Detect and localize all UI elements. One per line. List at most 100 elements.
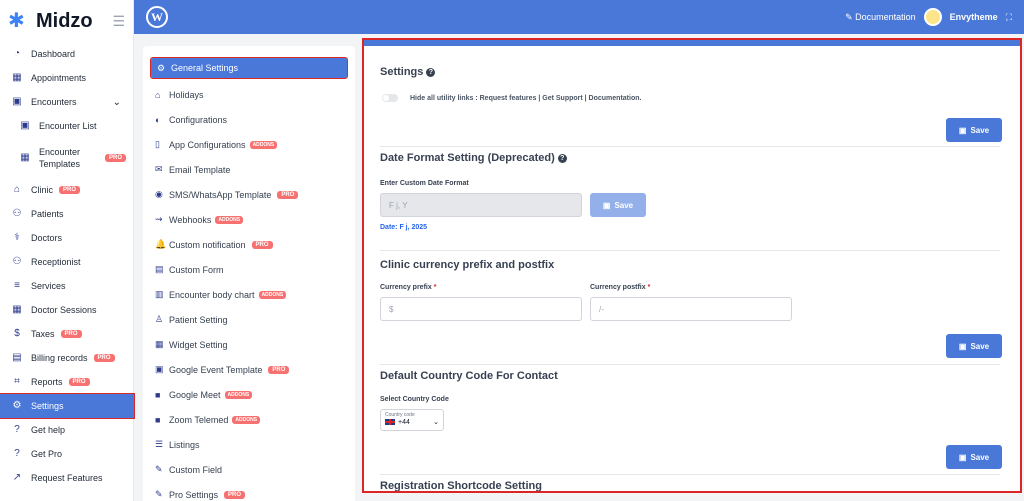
pro-badge: PRO (251, 240, 273, 249)
sidebar-item-label: Encounter Templates (39, 147, 81, 169)
menu-item-label: Configurations (169, 114, 228, 125)
date-save-button[interactable]: ▣ Save (590, 193, 646, 217)
menu-item-custom-field[interactable]: ✎ Custom Field (143, 457, 355, 482)
medical-star-icon: ✱ (8, 10, 25, 32)
pro-badge: PRO (105, 154, 127, 162)
menu-item-icon: ◉ (155, 189, 163, 199)
menu-item-icon: ☰ (155, 439, 164, 449)
menu-item-custom-notification[interactable]: 🔔 Custom notification PRO (143, 232, 355, 257)
settings-content: Settings? Hide all utility links : Reque… (362, 38, 1022, 493)
menu-item-zoom-telemed[interactable]: ■ Zoom Telemed ADDONS (143, 407, 355, 432)
sidebar-item-encounters[interactable]: ▣ Encounters ⌄ (0, 90, 133, 114)
avatar[interactable] (923, 8, 942, 26)
menu-item-label: Webhooks (169, 214, 212, 225)
save-icon: ▣ (958, 125, 967, 135)
tax-icon: $ (14, 328, 20, 339)
menu-item-listings[interactable]: ☰ Listings (143, 432, 355, 457)
topbar: W ✎ Documentation Envytheme ⛶ (134, 0, 1024, 34)
menu-item-label: App Configurations (169, 139, 246, 150)
pro-badge: PRO (268, 365, 290, 374)
sidebar-item-clinic[interactable]: ⌂ Clinic PRO (0, 178, 133, 202)
currency-postfix-input[interactable]: /- (590, 297, 792, 321)
chevron-down-icon[interactable]: ⌄ (113, 97, 121, 108)
addons-badge: ADDONS (232, 415, 261, 424)
menu-item-icon: ✎ (155, 489, 163, 499)
menu-item-widget-setting[interactable]: ▦ Widget Setting (143, 332, 355, 357)
sidebar-item-receptionist[interactable]: ⚇ Receptionist (0, 250, 133, 274)
menu-item-app-configurations[interactable]: ▯ App Configurations ADDONS (143, 132, 355, 157)
divider (380, 364, 1000, 365)
calendar-icon: ▦ (12, 72, 22, 83)
brand-name: Midzo (36, 9, 93, 32)
pro-badge: PRO (277, 190, 299, 199)
external-link-icon: ↗ (12, 472, 22, 483)
date-format-hint: Date: F j, 2025 (380, 224, 428, 231)
addons-badge: ADDONS (249, 140, 278, 149)
sidebar-item-encounter-list[interactable]: ▣ Encounter List (0, 114, 133, 138)
menu-item-holidays[interactable]: ⌂ Holidays (143, 82, 355, 107)
menu-item-google-meet[interactable]: ■ Google Meet ADDONS (143, 382, 355, 407)
sidebar-item-get-pro[interactable]: ? Get Pro (0, 442, 133, 466)
menu-item-icon: ⚙ (157, 62, 166, 73)
divider (380, 250, 1000, 251)
sidebar-item-doctors[interactable]: ⚕ Doctors (0, 226, 133, 250)
sidebar-item-patients[interactable]: ⚇ Patients (0, 202, 133, 226)
sidebar-item-label: Encounters (31, 97, 77, 107)
currency-prefix-input[interactable]: $ (380, 297, 582, 321)
menu-item-configurations[interactable]: ◐ Configurations (143, 107, 355, 132)
sidebar-item-billing-records[interactable]: ▤ Billing records PRO (0, 346, 133, 370)
currency-title: Clinic currency prefix and postfix (380, 259, 555, 271)
dashboard-icon: ◔ (13, 48, 21, 59)
documentation-link[interactable]: ✎ Documentation (845, 12, 916, 23)
hide-links-toggle[interactable] (382, 94, 398, 102)
menu-item-email-template[interactable]: ✉ Email Template (143, 157, 355, 182)
menu-item-pro-settings[interactable]: ✎ Pro Settings PRO (143, 482, 355, 501)
country-save-button[interactable]: ▣ Save (946, 445, 1002, 469)
menu-item-sms-whatsapp-template[interactable]: ◉ SMS/WhatsApp Template PRO (143, 182, 355, 207)
help-icon[interactable]: ? (426, 68, 436, 77)
pro-badge: PRO (224, 490, 246, 499)
calendar-check-icon: ▣ (12, 96, 22, 107)
sidebar-item-appointments[interactable]: ▦ Appointments (0, 66, 133, 90)
sidebar-item-services[interactable]: ≡ Services (0, 274, 133, 298)
menu-item-label: Email Template (169, 164, 231, 175)
menu-item-webhooks[interactable]: ⇝ Webhooks ADDONS (143, 207, 355, 232)
save-button[interactable]: ▣ Save (946, 118, 1002, 142)
sidebar-item-settings[interactable]: ⚙ Settings (0, 393, 135, 419)
menu-item-google-event-template[interactable]: ▣ Google Event Template PRO (143, 357, 355, 382)
fullscreen-icon[interactable]: ⛶ (1006, 12, 1012, 23)
sidebar-item-request-features[interactable]: ↗ Request Features (0, 466, 133, 490)
sidebar-item-dashboard[interactable]: ◔ Dashboard (0, 42, 133, 66)
help-icon[interactable]: ? (557, 154, 567, 163)
username[interactable]: Envytheme (950, 12, 998, 22)
file-icon: ▤ (12, 352, 22, 363)
country-code-select[interactable]: Country code +44 ⌄ (380, 409, 444, 431)
sidebar-item-get-help[interactable]: ? Get help (0, 418, 133, 442)
menu-item-icon: ⇝ (155, 214, 163, 224)
menu-item-icon: 🔔 (155, 239, 167, 249)
wordpress-icon[interactable]: W (146, 6, 168, 28)
menu-item-icon: ▣ (155, 364, 164, 374)
sidebar-item-doctor-sessions[interactable]: ▦ Doctor Sessions (0, 298, 133, 322)
menu-item-encounter-body-chart[interactable]: ▥ Encounter body chart ADDONS (143, 282, 355, 307)
brand: ✱ Midzo ☰ (0, 0, 133, 42)
sidebar-item-label: Get Pro (31, 449, 63, 459)
save-icon: ▣ (958, 452, 967, 462)
menu-item-label: Encounter body chart (169, 289, 255, 300)
menu-toggle-icon[interactable]: ☰ (112, 13, 125, 30)
menu-item-label: Custom Field (169, 464, 223, 475)
sidebar-item-reports[interactable]: ⌗ Reports PRO (0, 370, 133, 394)
menu-item-icon: ✉ (155, 164, 163, 174)
currency-save-button[interactable]: ▣ Save (946, 334, 1002, 358)
menu-item-patient-setting[interactable]: ♙ Patient Setting (143, 307, 355, 332)
sidebar-item-label: Dashboard (31, 49, 76, 59)
menu-item-custom-form[interactable]: ▤ Custom Form (143, 257, 355, 282)
date-format-input[interactable]: F j, Y (380, 193, 582, 217)
sidebar-item-encounter-templates[interactable]: ▦ Encounter Templates PRO (0, 138, 133, 178)
sidebar-item-label: Clinic (31, 185, 54, 195)
menu-item-icon: ▦ (155, 339, 164, 349)
sidebar-item-taxes[interactable]: $ Taxes PRO (0, 322, 133, 346)
users-icon: ⚇ (12, 256, 22, 267)
menu-item-general-settings[interactable]: ⚙ General Settings (150, 57, 348, 79)
menu-item-label: Patient Setting (169, 314, 228, 325)
